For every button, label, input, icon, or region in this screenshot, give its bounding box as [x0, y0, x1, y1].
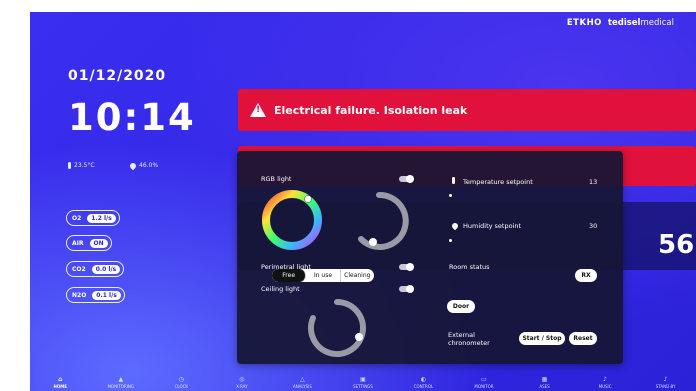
nav-music[interactable]: ♪ MUSIC — [580, 376, 630, 389]
nav-xray[interactable]: ◎ X-RAY — [217, 376, 267, 389]
nav-ases[interactable]: ▦ ASES — [520, 376, 570, 389]
bottom-nav: ⌂ HOME ▲ MONITORING ◷ CLOCK ◎ X-RAY △ ANALYSI… — [30, 369, 696, 391]
room-control-panel: RGB light Perimetral light Ceiling light — [237, 151, 623, 364]
room-status-selector[interactable]: Free In use Cleaning — [272, 269, 374, 282]
nav-analysis[interactable]: △ ANALYSIS — [277, 376, 327, 389]
ceiling-intensity-dial[interactable] — [303, 296, 369, 362]
nav-label: CLOCK — [174, 384, 189, 389]
gas-air[interactable]: AIR ON — [66, 235, 112, 251]
nav-settings[interactable]: ▣ SETTINGS — [338, 376, 388, 389]
external-chronometer-label: External chronometer — [448, 331, 490, 347]
temperature-setpoint-label: Temperature setpoint — [463, 178, 533, 186]
home-screen: ETKHO tediselmedical 01/12/2020 10:14 23… — [30, 12, 696, 391]
nav-home[interactable]: ⌂ HOME — [35, 376, 85, 389]
ases-icon: ▦ — [541, 376, 548, 383]
control-icon: ◐ — [420, 376, 427, 383]
temperature-icon — [452, 177, 455, 184]
temperature-setpoint-value: 13 — [589, 178, 598, 186]
gas-value: ON — [89, 238, 108, 248]
gas-n2o[interactable]: N2O 0.1 l/s — [66, 287, 125, 303]
humidity-setpoint-label: Humidity setpoint — [463, 222, 522, 230]
external-chronometer-line2: chronometer — [448, 339, 490, 347]
room-temperature-value: 23.5°C — [74, 162, 95, 169]
gas-o2[interactable]: O2 1.2 l/s — [66, 210, 120, 226]
room-humidity-value: 46.0% — [139, 162, 159, 169]
door-button[interactable]: Door — [447, 300, 475, 313]
time-display: 10:14 — [68, 96, 196, 139]
room-status-cleaning[interactable]: Cleaning — [341, 269, 374, 282]
external-chronometer-line1: External — [448, 331, 475, 339]
nav-monitoring[interactable]: ▲ MONITORING — [96, 376, 146, 389]
nav-monitor[interactable]: ▭ MONITOR — [459, 376, 509, 389]
perimetral-light-toggle[interactable] — [399, 263, 414, 271]
nav-label: HOME — [53, 384, 67, 389]
rgb-light-toggle[interactable] — [399, 175, 414, 183]
nav-label: CONTROL — [413, 384, 434, 389]
rgb-light-label: RGB light — [261, 175, 292, 183]
timer-seconds: 56 — [658, 230, 695, 260]
nav-label: ASES — [539, 384, 550, 389]
humidity-drop-icon — [128, 161, 138, 170]
gas-name: CO2 — [72, 265, 86, 273]
monitoring-icon: ▲ — [118, 376, 124, 383]
start-stop-button[interactable]: Start / Stop — [519, 332, 565, 345]
analysis-icon: △ — [300, 376, 305, 383]
nav-label: MONITOR — [474, 384, 494, 389]
gas-name: AIR — [72, 239, 84, 247]
gas-value: 1.2 l/s — [87, 213, 116, 223]
ceiling-light-label: Ceiling light — [261, 285, 300, 293]
monitor-icon: ▭ — [481, 376, 487, 383]
brand-etkho: ETKHO — [566, 18, 602, 28]
nav-label: SETTINGS — [353, 384, 373, 389]
nav-label: STAND-BY — [655, 384, 676, 389]
alert-text: Electrical failure. Isolation leak — [274, 103, 468, 117]
gas-value: 0.1 l/s — [92, 290, 121, 300]
ceiling-light-toggle[interactable] — [399, 285, 414, 293]
room-status-label: Room status — [449, 263, 490, 271]
rx-button[interactable]: RX — [575, 269, 597, 282]
gas-name: N2O — [72, 291, 87, 299]
thermometer-icon — [68, 162, 71, 169]
humidity-slider-handle[interactable] — [449, 239, 452, 242]
nav-standby[interactable]: ♪ STAND-BY — [641, 376, 691, 389]
brand-tedisel: tedisel — [607, 18, 641, 28]
warning-icon — [250, 103, 266, 117]
nav-label: ANALYSIS — [292, 384, 312, 389]
room-status-free[interactable]: Free — [272, 269, 307, 282]
room-status-in-use[interactable]: In use — [306, 269, 341, 282]
temperature-slider-handle[interactable] — [449, 194, 452, 197]
humidity-setpoint-value: 30 — [589, 222, 598, 230]
xray-icon: ◎ — [239, 376, 245, 383]
gas-co2[interactable]: CO2 0.0 l/s — [66, 261, 125, 277]
nav-label: MONITORING — [107, 384, 134, 389]
standby-icon: ♪ — [663, 376, 668, 383]
clock-icon: ◷ — [178, 376, 184, 383]
brand-medical: medical — [640, 18, 674, 28]
settings-icon: ▣ — [360, 376, 366, 383]
brand-logo: ETKHO tediselmedical — [567, 18, 674, 28]
nav-clock[interactable]: ◷ CLOCK — [156, 376, 206, 389]
music-icon: ♪ — [603, 376, 607, 383]
nav-label: X-RAY — [236, 384, 248, 389]
nav-control[interactable]: ◐ CONTROL — [398, 376, 448, 389]
rgb-intensity-dial[interactable] — [347, 189, 411, 253]
alert-banner[interactable]: Electrical failure. Isolation leak — [238, 89, 696, 131]
gas-name: O2 — [72, 214, 82, 222]
gas-value: 0.0 l/s — [91, 264, 121, 274]
room-temperature: 23.5°C — [68, 162, 95, 169]
humidity-icon — [450, 221, 460, 231]
color-wheel[interactable] — [259, 187, 325, 253]
room-humidity: 46.0% — [128, 161, 159, 170]
home-icon: ⌂ — [58, 376, 63, 383]
date-display: 01/12/2020 — [68, 68, 167, 84]
nav-label: MUSIC — [598, 384, 612, 389]
reset-button[interactable]: Reset — [569, 332, 597, 345]
